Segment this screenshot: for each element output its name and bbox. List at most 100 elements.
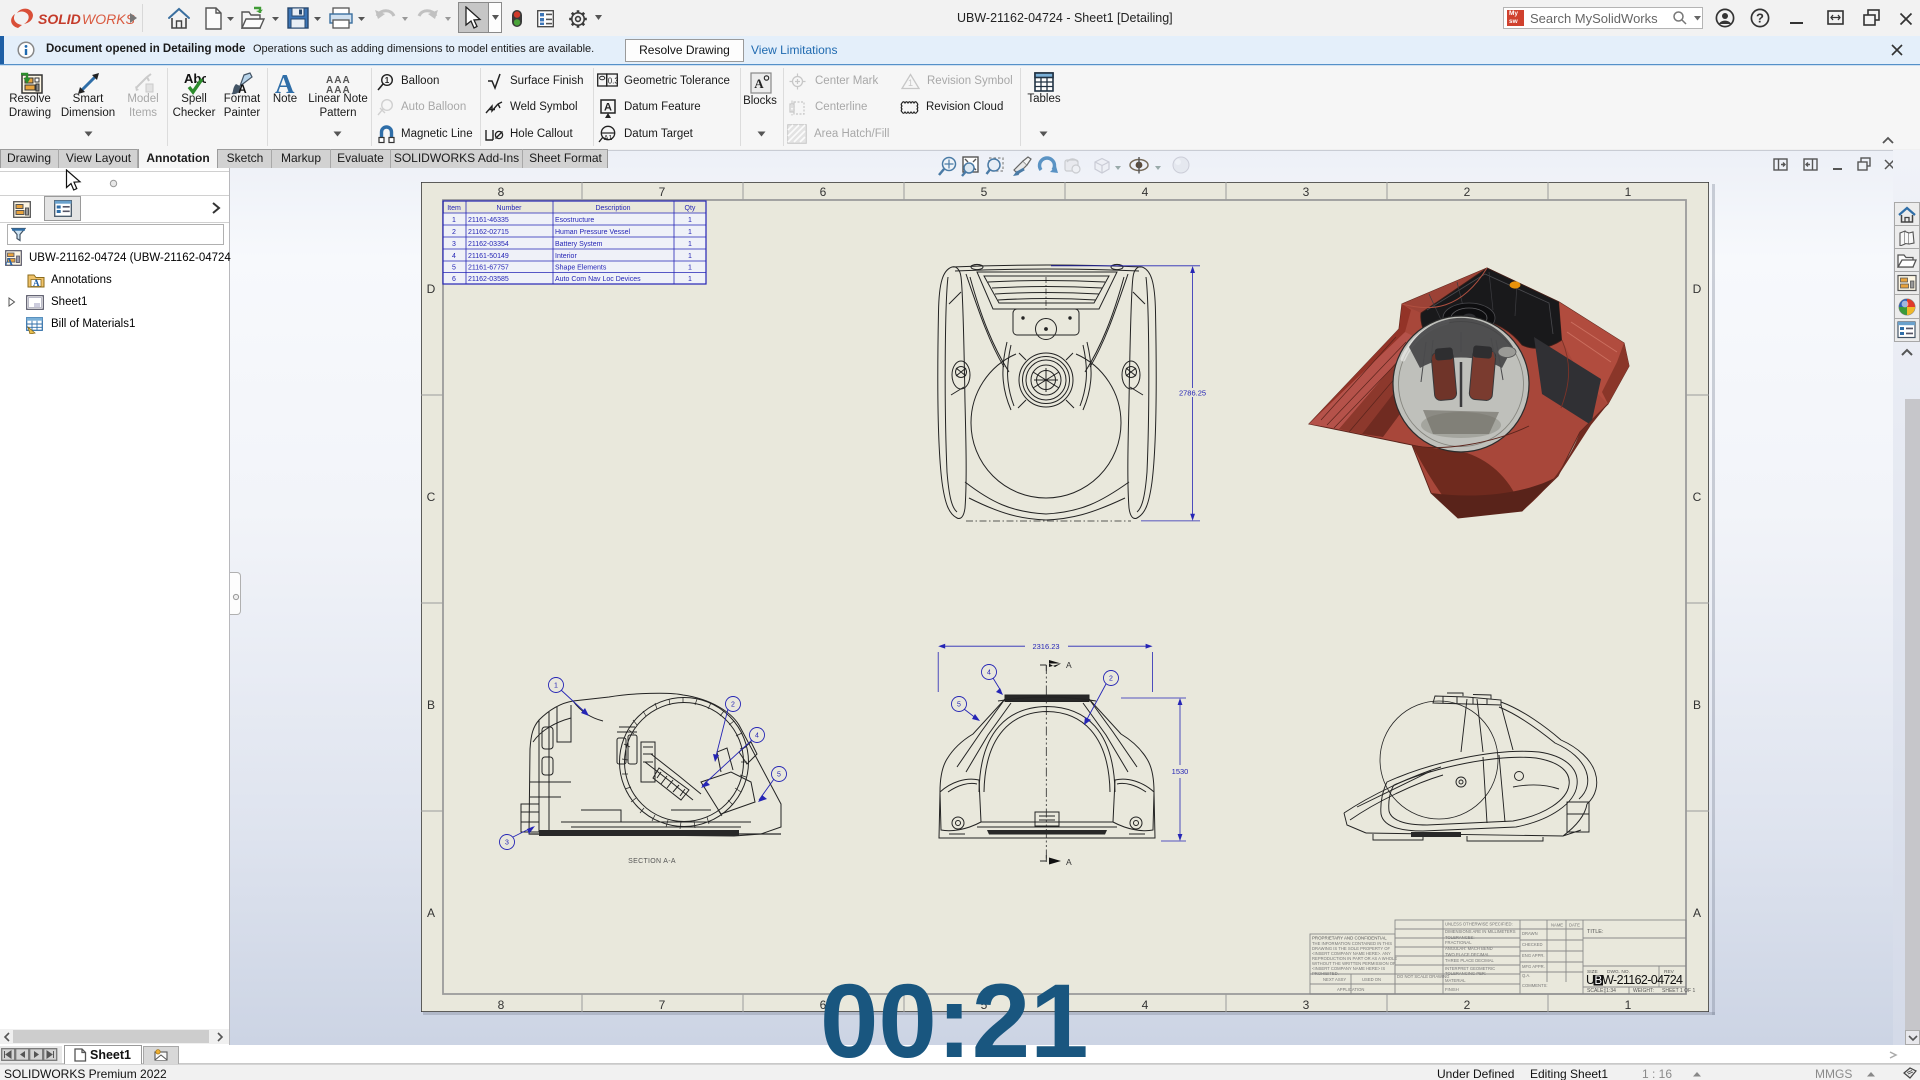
svg-text:4: 4 — [452, 253, 456, 260]
svg-text:PROHIBITED.: PROHIBITED. — [1312, 971, 1339, 976]
svg-text:1: 1 — [688, 253, 692, 260]
svg-text:1: 1 — [554, 683, 558, 690]
svg-text:NAME: NAME — [1551, 923, 1563, 928]
svg-text:5: 5 — [452, 265, 456, 272]
svg-text:APPLICATION: APPLICATION — [1337, 987, 1364, 992]
svg-text:21162-03585: 21162-03585 — [468, 276, 509, 283]
svg-text:1: 1 — [688, 229, 692, 236]
svg-text:THREE PLACE DECIMAL: THREE PLACE DECIMAL — [1445, 958, 1495, 963]
svg-text:3: 3 — [505, 840, 509, 847]
svg-text:A: A — [1066, 857, 1072, 867]
svg-text:2316.23: 2316.23 — [1032, 642, 1059, 651]
svg-text:DRAWN: DRAWN — [1522, 931, 1538, 936]
svg-text:21161-50149: 21161-50149 — [468, 253, 509, 260]
svg-text:A: A — [5, 256, 13, 266]
svg-text:1: 1 — [452, 217, 456, 224]
svg-text:4: 4 — [987, 670, 991, 677]
svg-text:TITLE:: TITLE: — [1587, 929, 1604, 935]
svg-text:6: 6 — [820, 185, 827, 199]
svg-text:UNLESS OTHERWISE SPECIFIED:: UNLESS OTHERWISE SPECIFIED: — [1445, 922, 1513, 927]
svg-text:1: 1 — [1625, 998, 1632, 1012]
svg-text:C: C — [1693, 490, 1702, 504]
svg-text:Number: Number — [497, 205, 523, 212]
svg-text:21162-02715: 21162-02715 — [468, 229, 509, 236]
svg-text:Esostructure: Esostructure — [555, 217, 594, 224]
svg-text:SHEET 1 OF 1: SHEET 1 OF 1 — [1662, 988, 1695, 994]
svg-text:D: D — [1693, 282, 1702, 296]
svg-text:SCALE: 1:34: SCALE: 1:34 — [1587, 988, 1616, 994]
svg-text:Abc: Abc — [184, 71, 206, 86]
svg-text:FINISH: FINISH — [1445, 987, 1459, 992]
svg-text:4: 4 — [755, 733, 759, 740]
svg-text:Qty: Qty — [685, 205, 696, 212]
svg-text:7: 7 — [659, 185, 666, 199]
svg-text:Item: Item — [447, 205, 461, 212]
svg-text:1: 1 — [1625, 185, 1632, 199]
svg-text:Interior: Interior — [555, 253, 577, 260]
svg-text:COMMENTS:: COMMENTS: — [1522, 983, 1548, 988]
svg-text:A: A — [604, 102, 612, 114]
svg-text:5: 5 — [957, 702, 961, 709]
svg-text:3: 3 — [1303, 185, 1310, 199]
svg-text:DO NOT SCALE DRAWING: DO NOT SCALE DRAWING — [1397, 974, 1449, 979]
svg-text:Human Pressure Vessel: Human Pressure Vessel — [555, 229, 631, 236]
svg-text:1: 1 — [908, 78, 913, 88]
svg-text:3: 3 — [1303, 998, 1310, 1012]
svg-text:2: 2 — [452, 229, 456, 236]
svg-text:DIMENSIONS ARE IN MILLIMETERS: DIMENSIONS ARE IN MILLIMETERS — [1445, 929, 1516, 934]
svg-text:5: 5 — [777, 772, 781, 779]
svg-text:MFG APPR.: MFG APPR. — [1522, 964, 1545, 969]
svg-text:CHECKED: CHECKED — [1522, 942, 1542, 947]
svg-text:5: 5 — [981, 185, 988, 199]
svg-text:?: ? — [1756, 11, 1764, 26]
svg-text:Shape Elements: Shape Elements — [555, 265, 607, 272]
svg-text:2: 2 — [731, 702, 735, 709]
svg-text:DATE: DATE — [1569, 923, 1580, 928]
svg-text:4: 4 — [1142, 185, 1149, 199]
svg-text:USED ON: USED ON — [1362, 977, 1381, 982]
svg-text:TWO PLACE DECIMAL: TWO PLACE DECIMAL — [1445, 952, 1490, 957]
svg-text:Q.A.: Q.A. — [1522, 973, 1530, 978]
svg-text:SECTION A-A: SECTION A-A — [628, 858, 676, 865]
svg-text:SOLID: SOLID — [38, 11, 81, 27]
svg-text:FRACTIONAL: FRACTIONAL — [1445, 940, 1472, 945]
svg-text:WEIGHT:: WEIGHT: — [1633, 988, 1654, 994]
svg-text:ENG APPR.: ENG APPR. — [1522, 953, 1545, 958]
svg-text:1: 1 — [688, 217, 692, 224]
svg-text:D: D — [427, 282, 436, 296]
svg-text:8: 8 — [498, 998, 505, 1012]
svg-text:1: 1 — [688, 241, 692, 248]
svg-text:C: C — [427, 490, 436, 504]
svg-text:A: A — [1066, 660, 1072, 670]
svg-text:2786.25: 2786.25 — [1179, 389, 1206, 398]
svg-text:A: A — [754, 76, 764, 91]
svg-text:1530: 1530 — [1172, 767, 1189, 776]
svg-text:Battery System: Battery System — [555, 241, 603, 248]
svg-text:4: 4 — [1142, 998, 1149, 1012]
svg-text:A: A — [427, 906, 435, 920]
svg-text:21162-03354: 21162-03354 — [468, 241, 509, 248]
svg-text:0.3: 0.3 — [608, 77, 618, 86]
svg-text:21161-46335: 21161-46335 — [468, 217, 509, 224]
svg-text:21161-67757: 21161-67757 — [468, 265, 509, 272]
svg-text:B: B — [427, 698, 435, 712]
svg-text:7: 7 — [659, 998, 666, 1012]
svg-text:2: 2 — [1464, 185, 1471, 199]
svg-text:ANGULAR: MACH BEND: ANGULAR: MACH BEND — [1445, 946, 1493, 951]
svg-text:2: 2 — [1464, 998, 1471, 1012]
svg-text:A1: A1 — [604, 135, 613, 142]
svg-text:TOLERANCING PER:: TOLERANCING PER: — [1445, 971, 1486, 976]
svg-text:B: B — [1693, 698, 1701, 712]
svg-text:PROPRIETARY AND CONFIDENTIAL: PROPRIETARY AND CONFIDENTIAL — [1312, 936, 1387, 941]
svg-text:8: 8 — [498, 185, 505, 199]
svg-text:Description: Description — [595, 205, 630, 212]
svg-text:1: 1 — [385, 76, 390, 85]
svg-text:3: 3 — [452, 241, 456, 248]
svg-text:2: 2 — [1109, 676, 1113, 683]
svg-text:A: A — [1693, 906, 1701, 920]
svg-text:B: B — [1595, 975, 1603, 987]
svg-text:6: 6 — [452, 276, 456, 283]
svg-text:Auto Com Nav Loc Devices: Auto Com Nav Loc Devices — [555, 276, 641, 283]
svg-text:NEXT ASSY: NEXT ASSY — [1323, 977, 1346, 982]
svg-text:A: A — [33, 278, 40, 288]
